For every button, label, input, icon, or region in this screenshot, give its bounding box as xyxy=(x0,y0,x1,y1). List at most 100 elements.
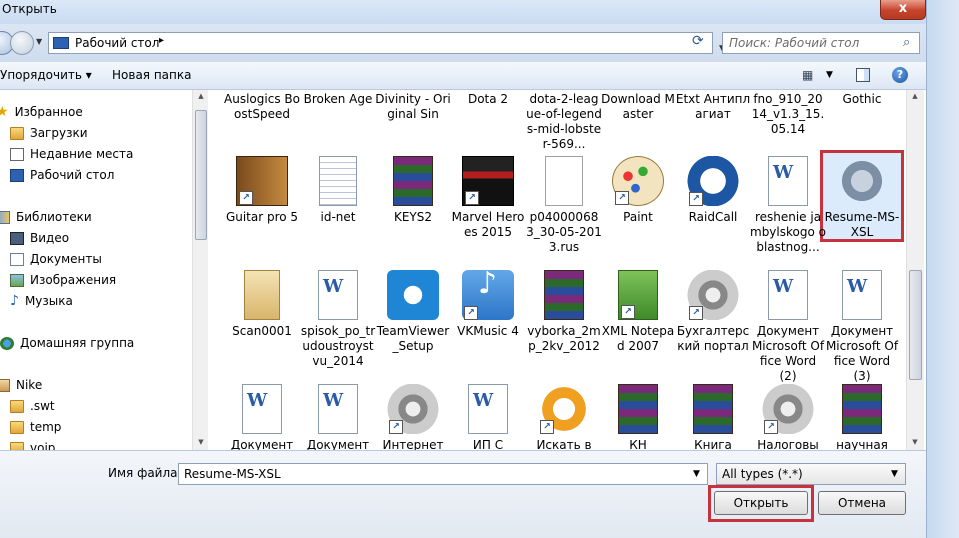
scroll-down-icon[interactable]: ▼ xyxy=(907,438,923,446)
sidebar-item-documents[interactable]: Документы xyxy=(10,249,102,269)
word-document-icon xyxy=(318,270,358,320)
refresh-icon[interactable]: ⟳ xyxy=(692,33,704,49)
cancel-button[interactable]: Отмена xyxy=(818,491,906,515)
sidebar-item-desktop[interactable]: Рабочий стол xyxy=(10,165,114,185)
media-file-icon: ↗ xyxy=(762,384,814,434)
folder-icon xyxy=(10,420,24,434)
file-item[interactable]: Auslogics BoostSpeed xyxy=(224,92,300,122)
address-bar[interactable]: Рабочий стол ▸ ▼ xyxy=(48,32,726,54)
file-item[interactable]: Документ xyxy=(224,384,300,450)
media-file-icon: ↗ xyxy=(687,270,739,320)
file-item-reshenie[interactable]: reshenie jambylskogo oblastnog... xyxy=(750,156,826,255)
file-item[interactable]: dota-2-league-of-legends-mid-lobster-569… xyxy=(526,92,602,152)
scrollbar-thumb[interactable] xyxy=(909,270,922,380)
file-item-accounting-portal[interactable]: ↗ Бухгалтерский портал xyxy=(675,270,751,354)
window-frame xyxy=(926,0,959,538)
history-dropdown-icon[interactable]: ▼ xyxy=(36,37,42,46)
search-input[interactable]: Поиск: Рабочий стол ⌕ xyxy=(722,32,920,54)
close-button[interactable]: x xyxy=(880,0,926,20)
folder-icon xyxy=(10,399,24,413)
file-item-keys2[interactable]: KEYS2 xyxy=(375,156,451,225)
sidebar-item-homegroup[interactable]: Домашняя группа xyxy=(0,333,134,353)
breadcrumb-arrow-icon[interactable]: ▸ xyxy=(159,35,164,46)
navigation-scrollbar[interactable]: ▲ ▼ xyxy=(192,90,208,450)
filename-label: Имя файла: xyxy=(108,466,182,480)
forward-button[interactable] xyxy=(10,31,34,55)
sidebar-item-swt[interactable]: .swt xyxy=(10,396,55,416)
file-item[interactable]: ↗ Искать в xyxy=(526,384,602,450)
file-item-raidcall[interactable]: ↗ RaidCall xyxy=(675,156,751,225)
file-item[interactable]: Divinity - Original Sin xyxy=(375,92,451,122)
sidebar-item-temp[interactable]: temp xyxy=(10,417,61,437)
sidebar-item-downloads[interactable]: Загрузки xyxy=(10,123,88,143)
paint-palette-icon: ↗ xyxy=(612,156,664,206)
files-scrollbar[interactable]: ▲ ▼ xyxy=(906,90,924,450)
guitar-pro-icon: ↗ xyxy=(236,156,288,206)
filename-dropdown-icon[interactable]: ▼ xyxy=(693,469,700,479)
text-file-icon xyxy=(319,156,357,206)
file-item[interactable]: КН xyxy=(600,384,676,450)
filetype-value: All types (*.*) xyxy=(722,467,803,481)
file-item-vkmusic[interactable]: ↗ VKMusic 4 xyxy=(450,270,526,339)
sidebar-item-music[interactable]: ♪ Музыка xyxy=(10,291,73,311)
views-dropdown-icon[interactable]: ▼ xyxy=(826,70,833,80)
filetype-select[interactable]: All types (*.*) ▼ xyxy=(716,463,906,485)
file-item-teamviewer[interactable]: TeamViewer_Setup xyxy=(375,270,451,354)
file-item[interactable]: Dota 2 xyxy=(450,92,526,107)
file-item-scan0001[interactable]: Scan0001 xyxy=(224,270,300,339)
views-icon[interactable]: ▦ xyxy=(802,68,813,82)
sidebar-item-favorites[interactable]: ★ Избранное xyxy=(0,102,83,122)
file-item[interactable]: Broken Age xyxy=(300,92,376,107)
filename-input[interactable]: Resume-MS-XSL ▼ xyxy=(178,463,708,485)
user-folder-icon xyxy=(0,378,10,392)
sidebar-item-nike[interactable]: Nike xyxy=(0,375,42,395)
preview-pane-icon[interactable] xyxy=(856,68,870,82)
organize-button[interactable]: Упорядочить ▾ xyxy=(0,68,92,82)
scroll-up-icon[interactable]: ▲ xyxy=(193,92,208,100)
sidebar-item-libraries[interactable]: Библиотеки xyxy=(0,207,92,227)
help-button[interactable]: ? xyxy=(892,67,908,83)
file-item-paint[interactable]: ↗ Paint xyxy=(600,156,676,225)
address-text[interactable]: Рабочий стол xyxy=(75,36,159,50)
file-item-resume-ms-xsl[interactable]: Resume-MS-XSL xyxy=(824,156,900,240)
open-button[interactable]: Открыть xyxy=(714,491,808,515)
folder-icon xyxy=(10,126,24,140)
file-item-id-net[interactable]: id-net xyxy=(300,156,376,225)
file-item[interactable]: Download Master xyxy=(600,92,676,122)
sidebar-item-voip[interactable]: voip xyxy=(10,438,55,450)
teamviewer-icon xyxy=(387,270,439,320)
file-item-word-doc-2[interactable]: Документ Microsoft Office Word (2) xyxy=(750,270,826,384)
file-item-word-doc-3[interactable]: Документ Microsoft Office Word (3) xyxy=(824,270,900,384)
desktop-icon xyxy=(53,37,69,49)
file-item[interactable]: ↗ Налоговы xyxy=(750,384,826,450)
search-icon[interactable]: ⌕ xyxy=(903,35,910,50)
scroll-up-icon[interactable]: ▲ xyxy=(907,92,923,100)
file-item-vyborka[interactable]: vyborka_2mp_2kv_2012 xyxy=(526,270,602,354)
file-item-pdf[interactable]: p040000683_30-05-2013.rus xyxy=(526,156,602,255)
file-item[interactable]: fno_910_2014_v1.3_15.05.14 xyxy=(750,92,826,137)
word-document-icon xyxy=(468,384,508,434)
filename-value[interactable]: Resume-MS-XSL xyxy=(184,467,281,481)
file-item[interactable]: ↗ Интернет xyxy=(375,384,451,450)
file-item-guitar-pro[interactable]: ↗ Guitar pro 5 xyxy=(224,156,300,225)
shortcut-arrow-icon: ↗ xyxy=(239,191,253,205)
filetype-dropdown-icon[interactable]: ▼ xyxy=(891,469,898,479)
sidebar-item-recent-places[interactable]: Недавние места xyxy=(10,144,133,164)
sidebar-item-video[interactable]: Видео xyxy=(10,228,69,248)
file-item[interactable]: Gothic xyxy=(824,92,900,107)
winrar-archive-icon xyxy=(842,384,882,434)
file-item-spisok[interactable]: spisok_po_trudoustroystvu_2014 xyxy=(300,270,376,369)
scrollbar-thumb[interactable] xyxy=(195,110,207,240)
file-item[interactable]: Etxt Антиплагиат xyxy=(675,92,751,122)
file-item[interactable]: научная xyxy=(824,384,900,450)
file-item-xml-notepad[interactable]: ↗ XML Notepad 2007 xyxy=(600,270,676,354)
title-bar: Открыть xyxy=(0,0,959,24)
file-item-marvel-heroes[interactable]: ↗ Marvel Heroes 2015 xyxy=(450,156,526,240)
file-item[interactable]: Документ xyxy=(300,384,376,450)
scroll-down-icon[interactable]: ▼ xyxy=(193,438,208,446)
file-item[interactable]: Книга xyxy=(675,384,751,450)
file-item[interactable]: ИП С xyxy=(450,384,526,450)
new-folder-button[interactable]: Новая папка xyxy=(112,68,191,82)
sidebar-item-images[interactable]: Изображения xyxy=(10,270,116,290)
vkmusic-icon: ↗ xyxy=(462,270,514,320)
